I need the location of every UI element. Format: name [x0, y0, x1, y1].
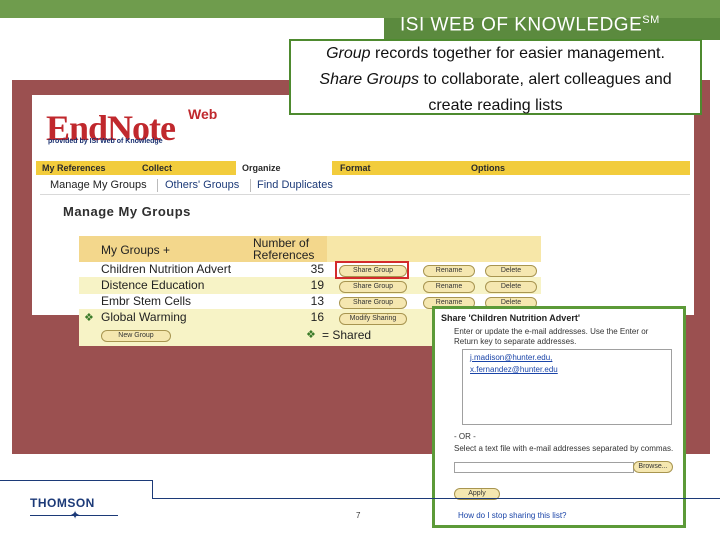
endnote-logo-subtitle: provided by ISI Web of Knowledge — [48, 138, 163, 145]
subnav-manage-my-groups[interactable]: Manage My Groups — [50, 179, 147, 191]
tab-my-references[interactable]: My References — [36, 161, 134, 175]
delete-button[interactable]: Delete — [485, 265, 537, 277]
col-header-references: Number of References — [253, 236, 315, 262]
shared-legend-label: = Shared — [322, 328, 372, 342]
shared-group-icon: ❖ — [84, 312, 94, 324]
share-group-button[interactable]: Share Group — [339, 281, 407, 293]
tab-options[interactable]: Options — [465, 161, 690, 175]
footer-divider — [152, 498, 720, 499]
table-header-actions — [327, 236, 541, 262]
share-button-highlight — [335, 261, 409, 279]
tab-format[interactable]: Format — [334, 161, 462, 175]
thomson-logo: THOMSON — [30, 496, 95, 510]
footer-divider — [152, 480, 153, 498]
endnote-logo-web: Web — [188, 106, 218, 122]
share-group-button[interactable]: Share Group — [339, 297, 407, 309]
or-separator: - OR - — [454, 432, 476, 441]
subnav-divider — [157, 179, 158, 192]
col-header-my-groups[interactable]: My Groups + — [101, 243, 170, 257]
page-number: 7 — [356, 511, 361, 520]
delete-button[interactable]: Delete — [485, 281, 537, 293]
tab-collect[interactable]: Collect — [136, 161, 232, 175]
callout-line-2: Share Groups to collaborate, alert colle… — [319, 71, 672, 88]
callout-line-1: Group records together for easier manage… — [326, 45, 665, 62]
modify-sharing-button[interactable]: Modify Sharing — [339, 313, 407, 325]
email-address: j.madison@hunter.edu, — [470, 353, 553, 362]
group-name[interactable]: Children Nutrition Advert — [101, 262, 231, 276]
subnav-others-groups[interactable]: Others' Groups — [165, 179, 239, 191]
reference-count: 19 — [310, 278, 324, 292]
tab-organize[interactable]: Organize — [236, 161, 332, 175]
callout-box: Group records together for easier manage… — [289, 39, 702, 115]
email-address: x.fernandez@hunter.edu — [470, 365, 558, 374]
thomson-star-icon: ✦ — [70, 508, 81, 522]
callout-line-3: create reading lists — [428, 97, 563, 114]
browse-button[interactable]: Browse... — [633, 461, 673, 473]
file-select-instructions: Select a text file with e-mail addresses… — [454, 444, 674, 453]
page-title: Manage My Groups — [63, 204, 191, 219]
reference-count: 16 — [310, 310, 324, 324]
new-group-button[interactable]: New Group — [101, 330, 171, 342]
shared-legend-icon: ❖ — [306, 329, 316, 341]
rename-button[interactable]: Rename — [423, 281, 475, 293]
isi-brand-title: ISI WEB OF KNOWLEDGESM — [400, 14, 660, 36]
stop-sharing-help-link[interactable]: How do I stop sharing this list? — [458, 511, 567, 520]
subnav-find-duplicates[interactable]: Find Duplicates — [257, 179, 333, 191]
share-dialog-instructions: Enter or update the e-mail addresses. Us… — [454, 327, 649, 346]
group-name[interactable]: Global Warming — [101, 310, 187, 324]
share-dialog-title: Share 'Children Nutrition Advert' — [441, 313, 580, 323]
reference-count: 35 — [310, 262, 324, 276]
file-path-input[interactable] — [454, 462, 634, 473]
subnav-divider — [250, 179, 251, 192]
group-name[interactable]: Embr Stem Cells — [101, 294, 191, 308]
reference-count: 13 — [310, 294, 324, 308]
footer-divider — [0, 480, 152, 481]
group-name[interactable]: Distence Education — [101, 278, 204, 292]
rename-button[interactable]: Rename — [423, 265, 475, 277]
